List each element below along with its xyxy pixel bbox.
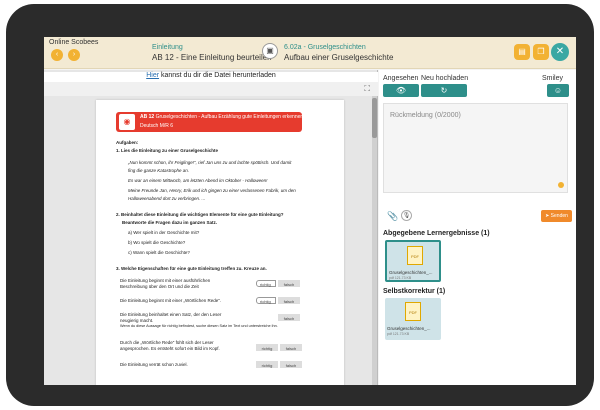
question-2-sub: Beantworte die Fragen dazu im ganzen Sat… xyxy=(122,220,218,225)
statement-3-line-2: neugierig macht. xyxy=(120,318,154,323)
book-icon: ▣ xyxy=(262,43,278,59)
download-hint: Hier kannst du dir die Datei herunterlad… xyxy=(44,72,378,82)
statement-5: Die Einleitung verrät schon zuviel. xyxy=(120,362,188,367)
label-angesehen: Angesehen xyxy=(383,75,419,82)
viewer-scrollbar[interactable] xyxy=(372,96,377,385)
close-icon: ✕ xyxy=(555,46,565,57)
expand-icon[interactable]: ⛶ xyxy=(364,84,370,94)
story-line-5: Halloweenabend dort zu verbringen. ... xyxy=(128,196,206,201)
close-button[interactable]: ✕ xyxy=(551,43,569,61)
smiley-button[interactable]: ☺ xyxy=(547,84,569,97)
story-line-1: „Nun kommt schon, ihr Feiglinge!", rief … xyxy=(128,160,292,165)
tablet-frame: Online Scobees ‹ › Einleitung AB 12 - Ei… xyxy=(6,4,594,406)
back-button[interactable]: ‹ xyxy=(51,49,63,61)
statement-1-richtig[interactable]: richtig xyxy=(256,280,276,287)
app-title: Online Scobees xyxy=(49,39,99,46)
statement-3-falsch[interactable]: falsch xyxy=(278,314,300,321)
document-pane: Hier kannst du dir die Datei herunterlad… xyxy=(44,70,378,385)
aufgaben-heading: Aufgaben: xyxy=(116,140,139,145)
pdf-file-icon: PDF xyxy=(405,302,421,321)
statement-4-richtig[interactable]: richtig xyxy=(256,344,278,351)
viewer-toolbar: ⛶ xyxy=(44,82,378,96)
resize-handle-icon[interactable] xyxy=(558,182,564,188)
screen: Online Scobees ‹ › Einleitung AB 12 - Ei… xyxy=(44,37,576,385)
statement-4-line-1: Durch die „Wörtliche Rede" fühlt sich de… xyxy=(120,340,214,345)
question-2: 2. Beinhaltet diese Einleitung die wicht… xyxy=(116,212,284,217)
submitted-file-card[interactable]: PDF Gruselgeschichten_... pdf 121.73 KB xyxy=(385,240,441,282)
pdf-file-icon: PDF xyxy=(407,246,423,265)
label-neu-hochladen: Neu hochladen xyxy=(421,75,469,82)
feedback-textarea[interactable]: Rückmeldung (0/2000) xyxy=(383,103,568,193)
question-3: 3. Welche Eigenschaften für eine gute Ei… xyxy=(116,266,267,271)
submitted-file-name: Gruselgeschichten_... xyxy=(389,270,433,275)
eye-icon: 👁 xyxy=(395,86,407,95)
story-line-4: Meine Freunde Jan, Henry, Erik und ich g… xyxy=(128,188,296,193)
self-correction-file-size: pdf 121.73 KB xyxy=(387,332,410,336)
self-correction-file-name: Gruselgeschichten_... xyxy=(387,326,431,331)
download-hint-text: kannst du dir die Datei herunterladen xyxy=(159,72,276,79)
question-2a: a) Wer spielt in der Geschichte mit? xyxy=(128,230,200,235)
statement-1-line-1: Die Einleitung beginnt mit einer ausführ… xyxy=(120,278,211,283)
viewer-scroll-thumb[interactable] xyxy=(372,98,377,138)
feedback-placeholder: Rückmeldung (0/2000) xyxy=(390,112,461,119)
send-icon: ➤ xyxy=(545,213,550,219)
download-link[interactable]: Hier xyxy=(146,72,159,79)
statement-1-falsch[interactable]: falsch xyxy=(278,280,300,287)
microphone-icon[interactable]: 🎙 xyxy=(401,210,412,221)
feedback-pane: Angesehen Neu hochladen Smiley 👁 ↻ ☺ Rüc… xyxy=(379,70,576,385)
label-smiley: Smiley xyxy=(542,75,564,82)
statement-4-line-2: angesprochen. Es entsteht sofort ein Bil… xyxy=(120,346,220,351)
notes-button[interactable]: ▤ xyxy=(514,44,530,60)
statement-1-line-2: Beschreibung über den Ort und die Zeit xyxy=(120,284,199,289)
banner-title: AB 12 Gruselgeschichten - Aufbau Erzählu… xyxy=(140,114,304,120)
statement-5-richtig[interactable]: richtig xyxy=(256,361,278,368)
worksheet-banner: ◉ AB 12 Gruselgeschichten - Aufbau Erzäh… xyxy=(116,112,304,132)
submitted-results-title: Abgegebene Lernergebnisse (1) xyxy=(383,230,490,237)
banner-class: Deutsch M/R 6 xyxy=(140,123,174,129)
top-header: Online Scobees ‹ › Einleitung AB 12 - Ei… xyxy=(44,37,576,69)
reupload-button[interactable]: ↻ xyxy=(421,84,467,97)
self-correction-title: Selbstkorrektur (1) xyxy=(383,288,446,295)
school-logo-icon: ◉ xyxy=(119,114,135,130)
story-line-2: fing die ganze Katastrophe an. xyxy=(128,168,190,173)
statement-2: Die Einleitung beginnt mit einer „Wörtli… xyxy=(120,298,222,303)
statement-5-falsch[interactable]: falsch xyxy=(280,361,302,368)
breadcrumb-worksheet-title: AB 12 - Eine Einleitung beurteilen xyxy=(152,53,272,62)
copy-icon: ❐ xyxy=(537,47,545,56)
question-1: 1. Lies die Einleitung zu einer Gruselge… xyxy=(116,148,219,153)
pdf-page: ◉ AB 12 Gruselgeschichten - Aufbau Erzäh… xyxy=(96,100,344,385)
statement-3-hint: Wenn du diese Aussage für richtig befind… xyxy=(120,324,278,328)
smiley-icon: ☺ xyxy=(553,86,563,95)
refresh-icon: ↻ xyxy=(440,86,448,95)
document-icon: ▤ xyxy=(518,47,526,56)
chevron-left-icon: ‹ xyxy=(55,51,59,58)
forward-button[interactable]: › xyxy=(68,49,80,61)
breadcrumb-link-chapter[interactable]: 6.02a - Gruselgeschichten xyxy=(284,44,366,51)
submitted-file-size: pdf 121.73 KB xyxy=(389,276,412,280)
question-2c: c) Wann spielt die Geschichte? xyxy=(128,250,190,255)
viewed-button[interactable]: 👁 xyxy=(383,84,419,97)
copy-button[interactable]: ❐ xyxy=(533,44,549,60)
statement-3-line-1: Die Einleitung beinhaltet einen Satz, de… xyxy=(120,312,222,317)
statement-2-richtig[interactable]: richtig xyxy=(256,297,276,304)
story-line-3: Es war an einem Mittwoch, am letzten Abe… xyxy=(128,178,268,183)
chevron-right-icon: › xyxy=(72,51,76,58)
paperclip-icon[interactable]: 📎 xyxy=(387,211,398,222)
breadcrumb-chapter-title: Aufbau einer Gruselgeschichte xyxy=(284,53,394,62)
breadcrumb-link-einleitung[interactable]: Einleitung xyxy=(152,44,183,51)
statement-4-falsch[interactable]: falsch xyxy=(280,344,302,351)
statement-2-falsch[interactable]: falsch xyxy=(278,297,300,304)
self-correction-file-card[interactable]: PDF Gruselgeschichten_... pdf 121.73 KB xyxy=(385,298,441,340)
question-2b: b) Wo spielt die Geschichte? xyxy=(128,240,186,245)
send-button[interactable]: ➤ Senden xyxy=(541,210,572,222)
